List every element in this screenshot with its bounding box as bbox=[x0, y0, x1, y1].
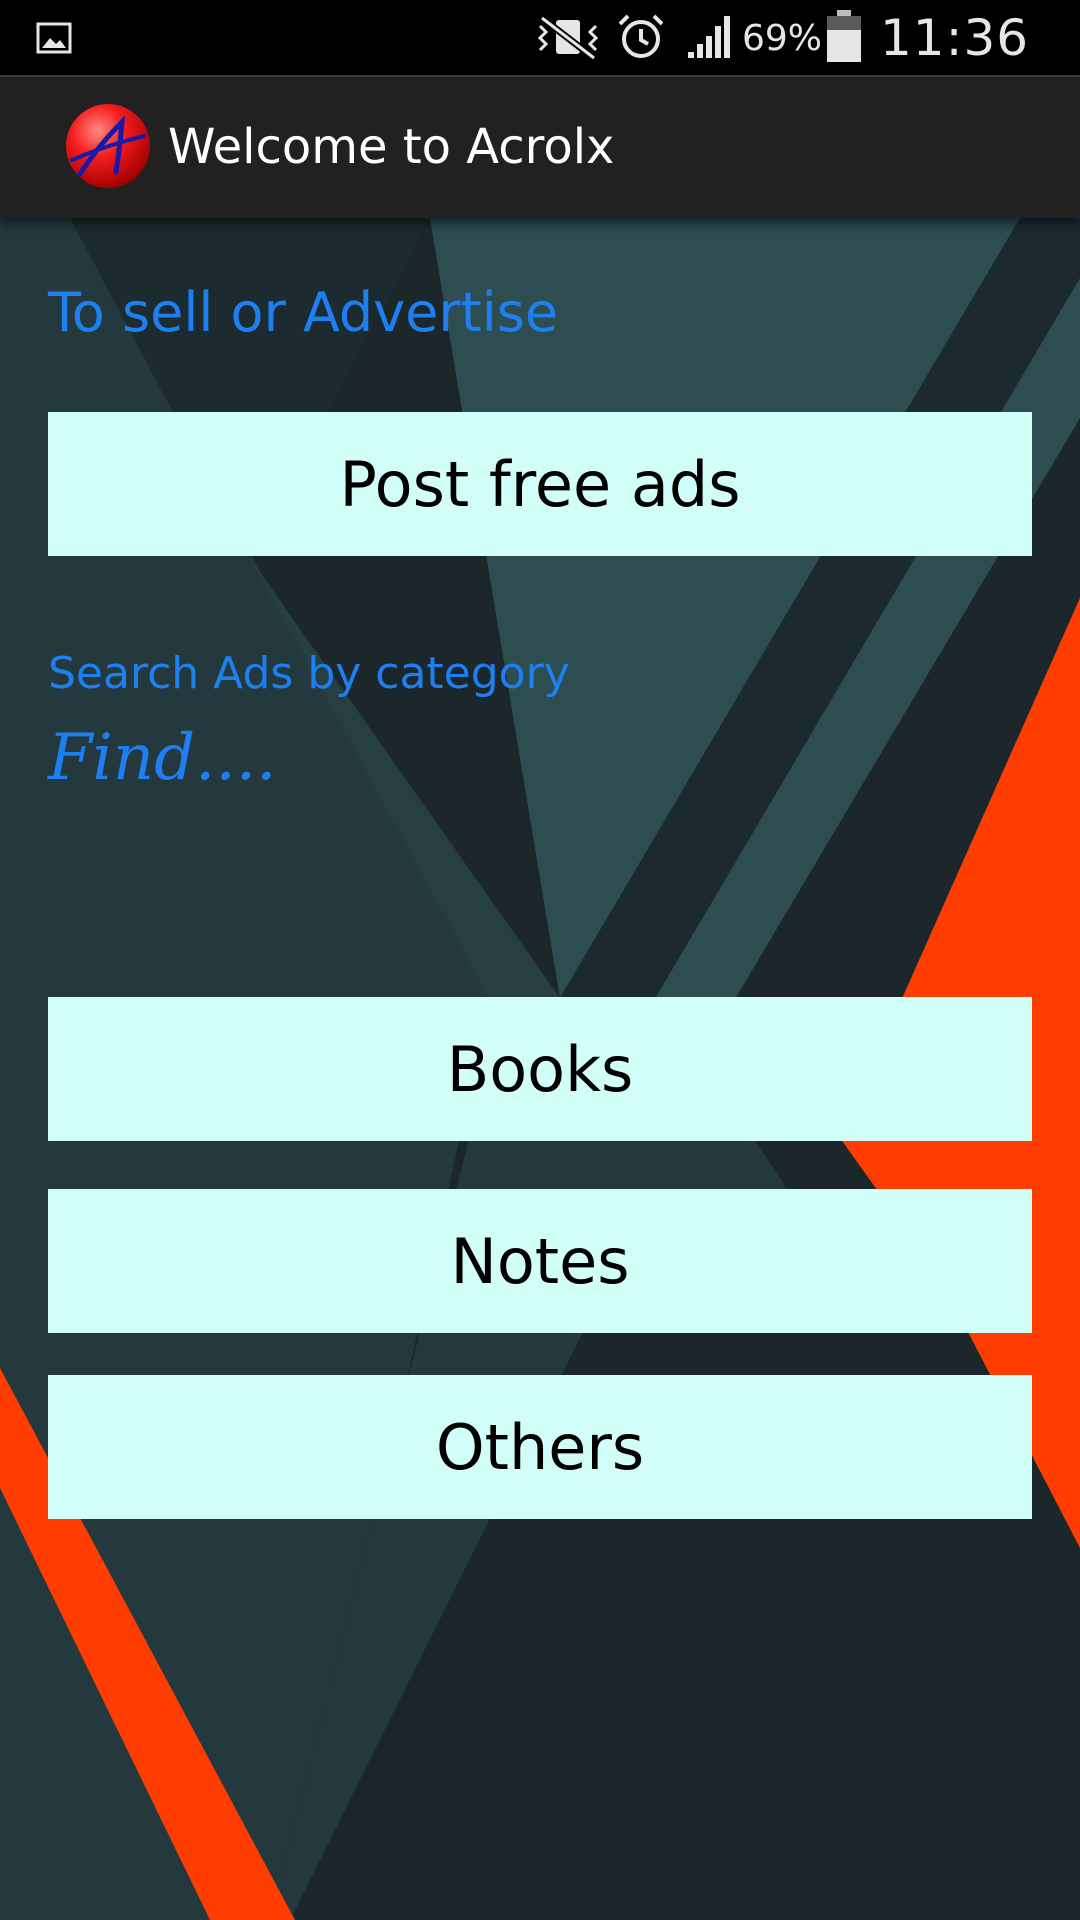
alarm-icon bbox=[618, 14, 664, 58]
battery-percent: 69% bbox=[742, 18, 823, 59]
mute-vibrate-icon bbox=[537, 15, 599, 60]
action-bar: Welcome to Acrolx bbox=[0, 75, 1080, 218]
battery-icon bbox=[827, 10, 861, 62]
sell-advertise-label: To sell or Advertise bbox=[48, 281, 559, 344]
status-bar: 69% 11:36 AM bbox=[0, 0, 1080, 127]
acrolx-logo-icon bbox=[66, 104, 150, 188]
search-category-label: Search Ads by category bbox=[48, 648, 570, 699]
category-others-button[interactable]: Others bbox=[48, 1375, 1032, 1519]
app-title: Welcome to Acrolx bbox=[168, 119, 615, 175]
main-content: To sell or Advertise Post free ads Searc… bbox=[0, 218, 1080, 1920]
category-books-button[interactable]: Books bbox=[48, 997, 1032, 1141]
gallery-icon bbox=[36, 22, 72, 54]
screen: 69% 11:36 AM Welcome to Acrolx bbox=[0, 0, 1080, 1920]
category-notes-button[interactable]: Notes bbox=[48, 1189, 1032, 1333]
find-label: Find.... bbox=[48, 721, 277, 795]
signal-icon bbox=[688, 16, 730, 58]
post-free-ads-button[interactable]: Post free ads bbox=[48, 412, 1032, 556]
